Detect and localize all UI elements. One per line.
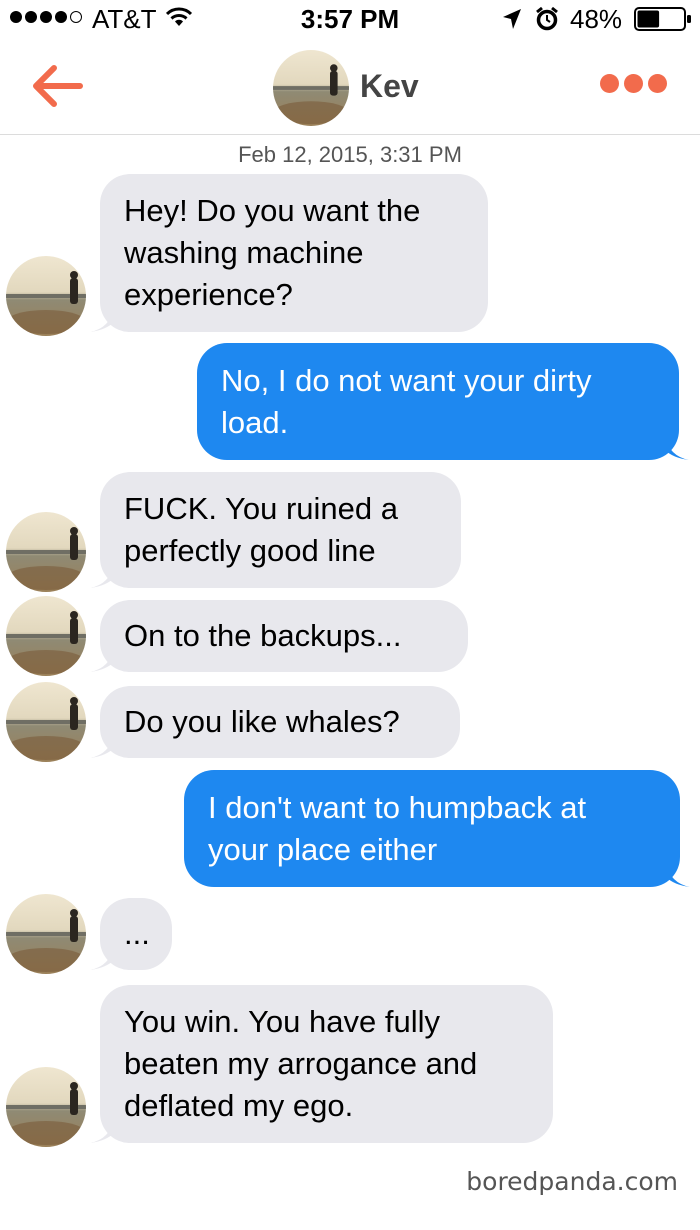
outgoing-message-bubble[interactable]: No, I do not want your dirty load. xyxy=(197,343,679,460)
thread-timestamp: Feb 12, 2015, 3:31 PM xyxy=(238,142,462,167)
message-text-line: Hey! Do you want the xyxy=(124,193,421,228)
battery-icon xyxy=(634,7,692,36)
message-text-line: your place either xyxy=(208,831,438,867)
sender-avatar[interactable] xyxy=(6,596,86,676)
message-text-line: On to the backups... xyxy=(124,618,402,653)
battery-percentage: 48% xyxy=(570,4,623,34)
incoming-message-bubble[interactable]: You win. You have fully beaten my arrogan… xyxy=(100,985,553,1143)
message-text-line: I don't want to humpback at xyxy=(208,789,587,825)
more-options-button[interactable] xyxy=(600,74,670,100)
contact-name[interactable]: Kev xyxy=(360,68,419,105)
bubble-tail xyxy=(90,648,114,672)
bubble-tail xyxy=(90,564,114,588)
outgoing-message-bubble[interactable]: I don't want to humpback at your place ei… xyxy=(184,770,680,887)
more-dots-icon xyxy=(600,74,619,93)
bubble-tail xyxy=(90,308,114,332)
message-text-line: You win. You have fully xyxy=(124,1004,440,1039)
incoming-message-bubble[interactable]: On to the backups... xyxy=(100,600,468,672)
message-text-line: load. xyxy=(221,404,289,440)
message-text-line: Do you like whales? xyxy=(124,704,400,739)
sender-avatar[interactable] xyxy=(6,256,86,336)
bubble-tail xyxy=(90,946,114,970)
location-icon xyxy=(502,8,522,35)
alarm-icon xyxy=(535,6,559,37)
message-text-line: ... xyxy=(124,916,150,951)
incoming-message-bubble[interactable]: Hey! Do you want the washing machine exper… xyxy=(100,174,488,332)
bubble-tail xyxy=(666,863,690,887)
sender-avatar[interactable] xyxy=(6,1067,86,1147)
contact-avatar[interactable] xyxy=(273,50,349,126)
watermark: boredpanda.com xyxy=(466,1167,678,1196)
message-text-line: washing machine xyxy=(124,235,364,270)
sender-avatar[interactable] xyxy=(6,512,86,592)
incoming-message-bubble[interactable]: Do you like whales? xyxy=(100,686,460,758)
sender-avatar[interactable] xyxy=(6,894,86,974)
message-text-line: No, I do not want your dirty xyxy=(221,362,592,398)
message-text-line: experience? xyxy=(124,277,293,312)
status-bar: AT&T 3:57 PM 48% xyxy=(0,0,700,38)
conversation-header: Kev xyxy=(0,38,700,135)
message-text-line: beaten my arrogance and xyxy=(124,1046,478,1081)
message-text-line: perfectly good line xyxy=(124,533,376,568)
message-text-line: deflated my ego. xyxy=(124,1088,354,1123)
message-text-line: FUCK. You ruined a xyxy=(124,491,399,526)
back-button[interactable] xyxy=(28,62,84,110)
incoming-message-bubble[interactable]: FUCK. You ruined a perfectly good line xyxy=(100,472,461,588)
sender-avatar[interactable] xyxy=(6,682,86,762)
bubble-tail xyxy=(90,1119,114,1143)
bubble-tail xyxy=(90,734,114,758)
back-arrow-icon xyxy=(33,65,83,107)
bubble-tail xyxy=(665,436,689,460)
